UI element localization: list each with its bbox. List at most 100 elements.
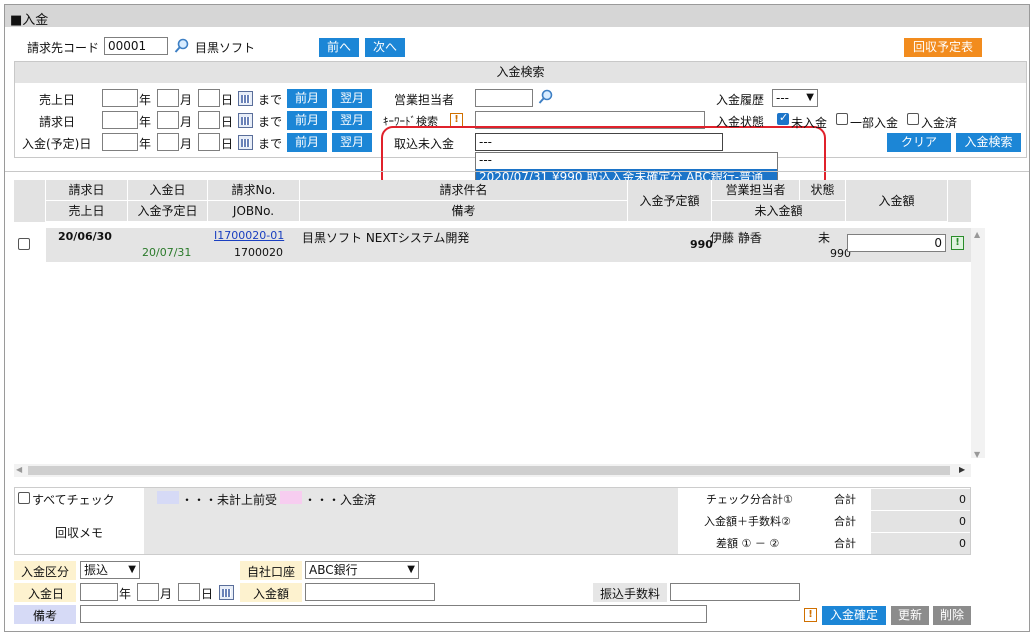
account-label: 自社口座	[247, 565, 296, 579]
header-billing-date: 請求日	[46, 180, 128, 201]
legend-paid-label: ・・・入金済	[304, 493, 377, 507]
prev-month-button[interactable]: 前月	[287, 111, 327, 130]
difference-value: 0	[959, 537, 966, 550]
entry-date-label: 入金日	[28, 587, 65, 601]
month-label: 月	[180, 137, 193, 151]
prev-button[interactable]: 前へ	[319, 38, 359, 57]
date-year-input[interactable]	[102, 133, 138, 151]
date-day-input[interactable]	[198, 133, 220, 151]
entry-remarks-input[interactable]	[80, 605, 707, 623]
entry-year-input[interactable]	[80, 583, 118, 601]
date-month-input[interactable]	[157, 133, 179, 151]
scroll-left-icon[interactable]: ◀	[16, 465, 22, 474]
date-day-input[interactable]	[198, 89, 220, 107]
delete-button[interactable]: 削除	[933, 606, 971, 625]
customer-name: 目黒ソフト	[195, 41, 256, 55]
header-checkbox-col	[14, 180, 46, 222]
calendar-icon[interactable]	[238, 135, 253, 150]
next-button[interactable]: 次へ	[365, 38, 405, 57]
clear-button[interactable]: クリア	[887, 133, 951, 152]
scroll-up-icon[interactable]: ▲	[974, 230, 980, 239]
scroll-down-icon[interactable]: ▼	[974, 450, 980, 459]
transfer-fee-label: 振込手数料	[600, 587, 661, 601]
search-panel-title: 入金検索	[15, 62, 1026, 83]
warning-icon: !	[450, 113, 463, 127]
legend-paid-swatch	[280, 491, 302, 504]
header-invoice-no: 請求No.	[208, 180, 300, 201]
row-subject: 目黒ソフト NEXTシステム開発	[302, 231, 470, 245]
difference-label: 差額 ① － ②	[716, 537, 780, 550]
next-month-button[interactable]: 翌月	[332, 133, 372, 152]
header-sales-rep: 営業担当者	[712, 180, 800, 201]
until-label: まで	[258, 93, 283, 107]
date-year-input[interactable]	[102, 111, 138, 129]
customer-code-input[interactable]: 00001	[104, 37, 168, 55]
row-checkbox[interactable]	[18, 238, 30, 250]
date-month-input[interactable]	[157, 89, 179, 107]
header-subject: 請求件名	[300, 180, 628, 201]
next-month-button[interactable]: 翌月	[332, 111, 372, 130]
update-button[interactable]: 更新	[891, 606, 929, 625]
calendar-icon[interactable]	[238, 113, 253, 128]
memo-label: 回収メモ	[55, 526, 104, 540]
page-title: ■入金	[10, 13, 49, 28]
until-label: まで	[258, 137, 283, 151]
payment-date-label: 入金(予定)日	[22, 137, 92, 151]
checked-total-box: 0	[871, 489, 970, 510]
collection-schedule-button[interactable]: 回収予定表	[904, 38, 982, 57]
chevron-down-icon: ▼	[806, 92, 814, 103]
transfer-fee-input[interactable]	[670, 583, 800, 601]
status-partial-checkbox[interactable]	[836, 113, 848, 125]
entry-month-input[interactable]	[137, 583, 159, 601]
payment-type-select[interactable]: 振込 ▼	[80, 561, 140, 579]
billing-date-label: 請求日	[39, 115, 76, 129]
row-invoice-link[interactable]: I1700020-01	[214, 229, 284, 242]
month-label: 月	[180, 93, 193, 107]
day-label: 日	[201, 587, 214, 601]
payment-history-value: ---	[776, 91, 789, 105]
payment-search-button[interactable]: 入金検索	[956, 133, 1021, 152]
calendar-icon[interactable]	[238, 91, 253, 106]
total-label: 合計	[834, 493, 856, 506]
prev-month-button[interactable]: 前月	[287, 89, 327, 108]
header-status: 状態	[800, 180, 846, 201]
prev-month-button[interactable]: 前月	[287, 133, 327, 152]
payment-type-value: 振込	[84, 563, 109, 577]
row-amount-input[interactable]: 0	[847, 234, 946, 252]
horizontal-scroll-thumb[interactable]	[28, 466, 950, 475]
search-icon[interactable]	[174, 38, 190, 54]
info-icon[interactable]: !	[951, 236, 964, 250]
confirm-payment-button[interactable]: 入金確定	[822, 606, 886, 625]
row-planned-date: 20/07/31	[142, 246, 192, 259]
entry-amount-input[interactable]	[305, 583, 435, 601]
status-paid-checkbox[interactable]	[907, 113, 919, 125]
status-partial-label: 一部入金	[850, 116, 899, 130]
next-month-button[interactable]: 翌月	[332, 89, 372, 108]
payment-history-select[interactable]: --- ▼	[772, 89, 818, 107]
year-label: 年	[119, 587, 132, 601]
payment-type-label: 入金区分	[21, 565, 70, 579]
date-year-input[interactable]	[102, 89, 138, 107]
account-select[interactable]: ABC銀行 ▼	[305, 561, 419, 579]
chevron-down-icon: ▼	[407, 564, 415, 575]
row-status: 未	[818, 231, 831, 245]
difference-box: 0	[871, 533, 970, 554]
search-icon[interactable]	[538, 89, 554, 105]
until-label: まで	[258, 115, 283, 129]
status-unpaid-checkbox[interactable]	[777, 111, 789, 125]
scroll-right-icon[interactable]: ▶	[959, 465, 965, 474]
table-row: 20/06/30 20/07/31 I1700020-01 1700020 目黒…	[14, 228, 971, 262]
calendar-icon[interactable]	[219, 585, 234, 600]
payment-status-label: 入金状態	[716, 115, 765, 129]
header-unpaid-amount: 未入金額	[712, 201, 846, 222]
date-day-input[interactable]	[198, 111, 220, 129]
date-month-input[interactable]	[157, 111, 179, 129]
check-all-checkbox[interactable]	[18, 492, 30, 504]
fee-total-value: 0	[959, 515, 966, 528]
sales-rep-input[interactable]	[475, 89, 533, 107]
vertical-scrollbar[interactable]	[971, 228, 985, 458]
account-value: ABC銀行	[309, 563, 358, 577]
entry-day-input[interactable]	[178, 583, 200, 601]
year-label: 年	[139, 93, 152, 107]
total-label: 合計	[834, 537, 856, 550]
